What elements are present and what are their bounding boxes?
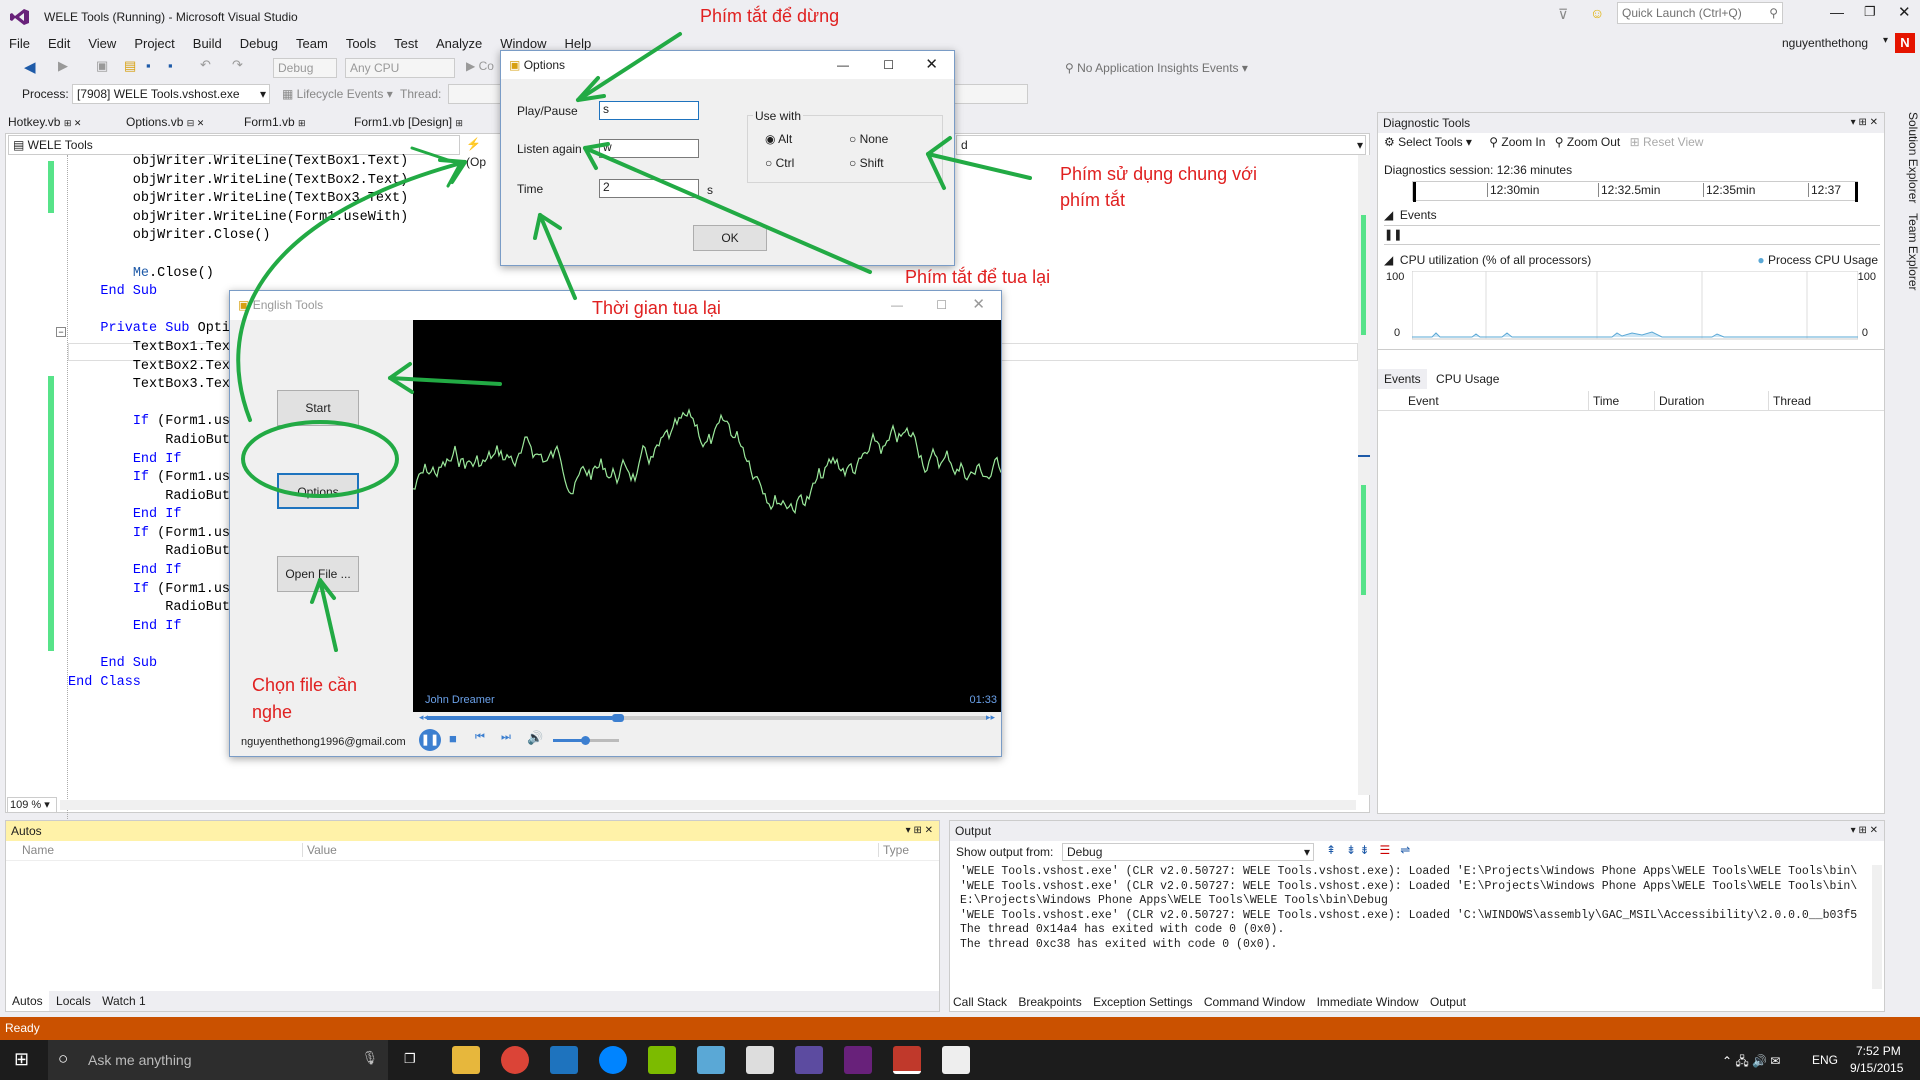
language-indicator[interactable]: ENG	[1812, 1053, 1838, 1067]
arrow-replay	[583, 146, 872, 274]
system-tray-icons[interactable]: ⌃ 🖧 🔊 ✉	[1722, 1052, 1780, 1073]
clock-time[interactable]: 7:52 PM	[1856, 1044, 1901, 1058]
arrow-modifier	[926, 152, 1032, 180]
visual-studio-taskbar-icon[interactable]	[844, 1046, 872, 1074]
annotation-modifier-2: phím tắt	[1060, 190, 1126, 210]
annotation-arrows	[236, 32, 1032, 652]
english-tools-taskbar-icon[interactable]	[893, 1046, 921, 1074]
annotation-replay: Phím tắt để tua lại	[905, 267, 1051, 287]
annotation-stop: Phím tắt để dừng	[700, 6, 840, 26]
annotation-choose-2: nghe	[252, 702, 293, 722]
cortana-search-box[interactable]: ○ Ask me anything 🎙	[48, 1040, 388, 1080]
store-icon[interactable]	[648, 1046, 676, 1074]
edge-icon[interactable]	[550, 1046, 578, 1074]
annotation-time: Thời gian tua lại	[592, 298, 721, 318]
clock-date[interactable]: 9/15/2015	[1850, 1061, 1903, 1075]
chrome-icon[interactable]	[501, 1046, 529, 1074]
file-explorer-icon[interactable]	[452, 1046, 480, 1074]
task-view-icon[interactable]: ❐	[404, 1051, 416, 1067]
annotation-start: Bắt đầu sử dụng	[528, 374, 662, 394]
options-highlight-circle	[241, 420, 399, 498]
cortana-icon: ○	[58, 1049, 69, 1068]
arrow-stop	[576, 32, 682, 102]
tool-app-icon[interactable]	[942, 1046, 970, 1074]
taskbar: ⊞ ○ Ask me anything 🎙 ❐ ⌃ 🖧 🔊 ✉ ENG 7:52…	[0, 1040, 1920, 1080]
document-app-icon[interactable]	[746, 1046, 774, 1074]
windows-start-icon[interactable]: ⊞	[14, 1049, 29, 1070]
3d-app-icon[interactable]	[697, 1046, 725, 1074]
onenote-icon[interactable]	[795, 1046, 823, 1074]
annotation-choose-1: Chọn file cần	[252, 675, 358, 695]
arrow-start	[388, 376, 502, 386]
microphone-icon[interactable]: 🎙	[361, 1050, 378, 1066]
arrow-group	[236, 32, 1032, 652]
messenger-icon[interactable]	[599, 1046, 627, 1074]
annotation-modifier-1: Phím sử dụng chung với	[1060, 164, 1257, 184]
